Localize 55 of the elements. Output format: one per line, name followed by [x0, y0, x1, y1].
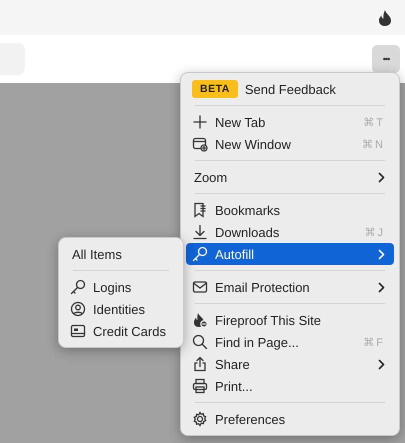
menu-item[interactable]: Preferences: [186, 408, 394, 430]
menu-item[interactable]: Email Protection: [186, 276, 394, 298]
more-button[interactable]: •••: [372, 45, 400, 73]
envelope-icon: [192, 279, 208, 295]
menu-item-label: Send Feedback: [244, 82, 336, 96]
bookmark-icon: [192, 202, 208, 218]
menu-item-label: New Window: [215, 136, 291, 152]
menu-item[interactable]: New Tab ⌘T: [186, 111, 394, 133]
shortcut-label: ⌘J: [364, 226, 385, 238]
window-icon: [192, 136, 208, 152]
menu-item-label: Print...: [215, 378, 253, 394]
menu-item[interactable]: Fireproof This Site: [186, 309, 394, 331]
menu-item[interactable]: Zoom: [186, 166, 394, 188]
submenu-item[interactable]: Credit Cards: [64, 320, 178, 342]
flame-icon: [192, 312, 208, 328]
key-icon: [192, 246, 208, 262]
menu-item-label: New Tab: [215, 114, 266, 130]
menu-item-label: Bookmarks: [215, 202, 280, 218]
menu-item-label: Downloads: [215, 224, 280, 240]
beta-badge: BETA: [192, 80, 238, 98]
submenu-item-label: Credit Cards: [93, 324, 166, 338]
menu-item[interactable]: Bookmarks: [186, 199, 394, 221]
shortcut-label: ⌘N: [362, 138, 385, 150]
menu-item[interactable]: Share: [186, 353, 394, 375]
flame-icon[interactable]: [378, 10, 392, 26]
menu-item-label: Find in Page...: [215, 334, 299, 350]
menu-item[interactable]: Find in Page... ⌘F: [186, 331, 394, 353]
menu-item[interactable]: New Window ⌘N: [186, 133, 394, 155]
plus-icon: [192, 114, 208, 130]
submenu-item-label: Identities: [93, 302, 146, 316]
card-icon: [70, 323, 86, 339]
menu-item-label: Autofill: [215, 246, 254, 262]
search-icon: [192, 334, 208, 350]
menu-item[interactable]: BETA Send Feedback: [186, 78, 394, 100]
shortcut-label: ⌘F: [363, 336, 385, 348]
menu-item[interactable]: Autofill: [186, 243, 394, 265]
submenu-item-label: All Items: [72, 246, 122, 262]
submenu-item-label: Logins: [93, 280, 132, 294]
settings-icon: [192, 411, 208, 427]
person-icon: [70, 301, 86, 317]
printer-icon: [192, 378, 208, 394]
menu-item[interactable]: Downloads ⌘J: [186, 221, 394, 243]
download-icon: [192, 224, 208, 240]
submenu-item[interactable]: Identities: [64, 298, 178, 320]
menu-item-label: Fireproof This Site: [215, 312, 321, 328]
shortcut-label: ⌘T: [363, 116, 385, 128]
submenu-item[interactable]: All Items: [64, 243, 178, 265]
menu-item[interactable]: Print...: [186, 375, 394, 397]
menu-item-label: Share: [215, 356, 250, 372]
share-icon: [192, 356, 208, 372]
menu-item-label: Email Protection: [215, 280, 310, 294]
submenu-item[interactable]: Logins: [64, 276, 178, 298]
key-icon: [70, 279, 86, 295]
menu-item-label: Preferences: [215, 412, 286, 426]
menu-item-label: Zoom: [194, 170, 228, 184]
